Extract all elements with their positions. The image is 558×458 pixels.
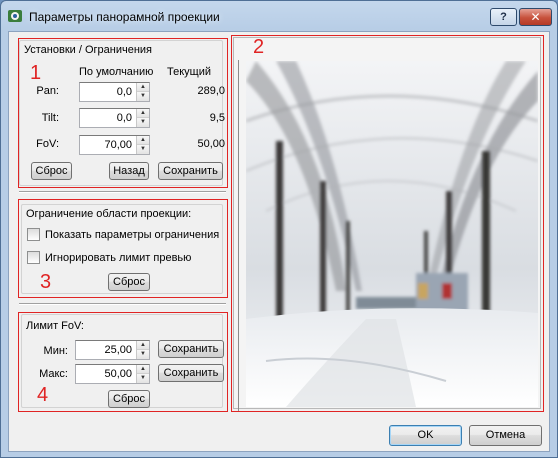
pan-current-value: 289,0	[197, 85, 225, 97]
settings-group-title: Установки / Ограничения	[24, 44, 152, 56]
window-title: Параметры панорамной проекции	[29, 10, 220, 24]
close-icon: ✕	[530, 10, 541, 24]
spin-up-icon[interactable]: ▲	[137, 83, 149, 92]
settings-reset-button[interactable]: Сброс	[31, 162, 72, 180]
spin-up-icon[interactable]: ▲	[137, 341, 149, 350]
save-max-button[interactable]: Сохранить	[158, 364, 224, 382]
title-bar[interactable]: Параметры панорамной проекции ? ✕	[1, 1, 557, 31]
preview-image[interactable]	[246, 61, 538, 407]
spin-down-icon[interactable]: ▼	[137, 350, 149, 359]
preview-image-graphic	[246, 61, 538, 407]
tilt-default-input[interactable]	[80, 109, 135, 127]
settings-save-button[interactable]: Сохранить	[158, 162, 223, 180]
fov-limit-title: Лимит FoV:	[26, 320, 84, 332]
fov-min-input[interactable]	[76, 341, 135, 359]
spin-up-icon[interactable]: ▲	[137, 365, 149, 374]
spin-up-icon[interactable]: ▲	[137, 109, 149, 118]
fov-max-stepper[interactable]: ▲ ▼	[75, 364, 150, 384]
tilt-current-value: 9,5	[209, 112, 225, 124]
app-icon	[8, 10, 22, 22]
dialog-client: Установки / Ограничения По умолчанию Тек…	[8, 31, 550, 452]
annotation-number-2: 2	[253, 36, 265, 58]
separator	[19, 191, 226, 193]
spin-up-icon[interactable]: ▲	[137, 136, 149, 145]
col-current-header: Текущий	[167, 66, 211, 78]
fov-current-value: 50,00	[197, 138, 225, 150]
fov-min-stepper[interactable]: ▲ ▼	[75, 340, 150, 360]
projection-limit-title: Ограничение области проекции:	[26, 208, 192, 220]
spin-down-icon[interactable]: ▼	[137, 118, 149, 127]
tilt-label: Tilt:	[41, 112, 59, 124]
pan-default-input[interactable]	[80, 83, 135, 101]
dialog-window: Параметры панорамной проекции ? ✕ Устано…	[0, 0, 558, 458]
ok-button[interactable]: OK	[389, 425, 462, 446]
fov-max-input[interactable]	[76, 365, 135, 383]
save-min-button[interactable]: Сохранить	[158, 340, 224, 358]
ignore-preview-label[interactable]: Игнорировать лимит превью	[45, 252, 191, 264]
pan-label: Pan:	[36, 85, 59, 97]
back-button[interactable]: Назад	[109, 162, 149, 180]
fov-max-label: Макс:	[39, 368, 68, 380]
spin-down-icon[interactable]: ▼	[137, 374, 149, 383]
col-default-header: По умолчанию	[79, 66, 154, 78]
fov-default-input[interactable]	[80, 136, 135, 154]
close-button[interactable]: ✕	[519, 8, 552, 26]
projection-reset-button[interactable]: Сброс	[108, 273, 150, 291]
spin-down-icon[interactable]: ▼	[137, 145, 149, 154]
tilt-default-stepper[interactable]: ▲ ▼	[79, 108, 150, 128]
show-params-checkbox[interactable]	[27, 228, 40, 241]
fov-reset-button[interactable]: Сброс	[108, 390, 150, 408]
annotation-number-3: 3	[40, 271, 52, 293]
fov-min-label: Мин:	[43, 345, 68, 357]
fov-label: FoV:	[36, 138, 59, 150]
cancel-button[interactable]: Отмена	[469, 425, 542, 446]
help-icon: ?	[500, 11, 507, 23]
pan-default-stepper[interactable]: ▲ ▼	[79, 82, 150, 102]
help-button[interactable]: ?	[490, 8, 517, 26]
annotation-number-4: 4	[37, 384, 49, 406]
separator	[19, 303, 226, 305]
ignore-preview-checkbox[interactable]	[27, 251, 40, 264]
fov-default-stepper[interactable]: ▲ ▼	[79, 135, 150, 155]
annotation-number-1: 1	[30, 62, 42, 84]
show-params-label[interactable]: Показать параметры ограничения	[45, 229, 219, 241]
preview-divider	[238, 60, 239, 412]
spin-down-icon[interactable]: ▼	[137, 92, 149, 101]
